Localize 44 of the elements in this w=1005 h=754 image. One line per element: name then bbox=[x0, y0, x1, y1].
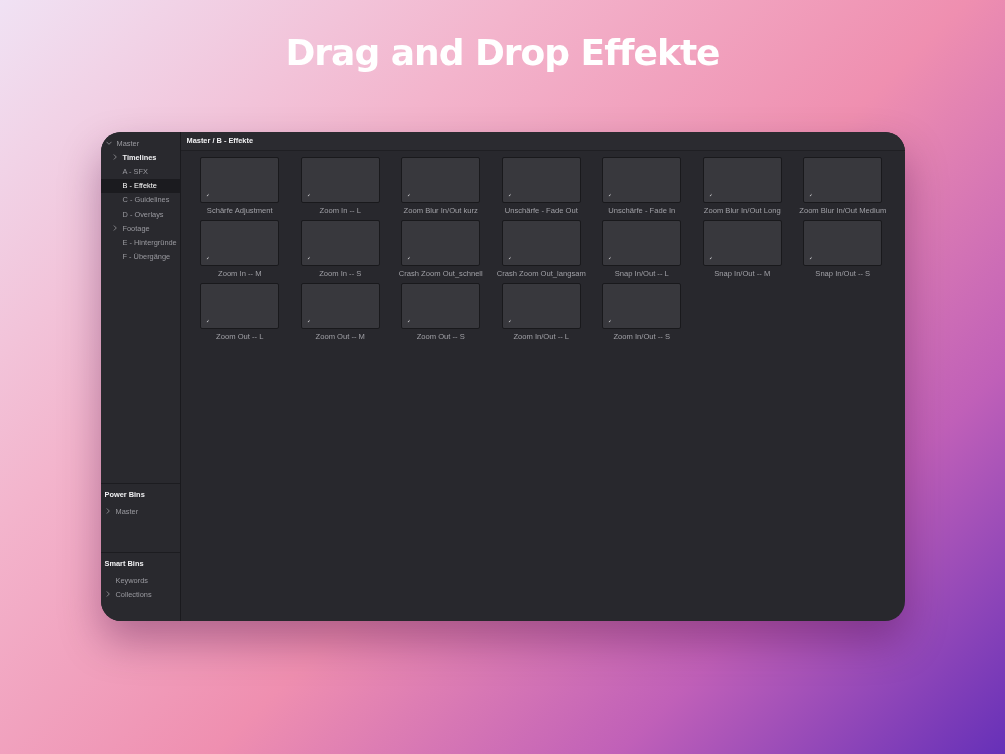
clip-thumbnail[interactable] bbox=[602, 220, 682, 266]
effect-icon bbox=[306, 193, 310, 197]
clip-thumbnail[interactable] bbox=[200, 220, 280, 266]
clip-thumbnail[interactable] bbox=[401, 283, 481, 329]
chevron-right-icon[interactable] bbox=[111, 225, 118, 232]
effect-icon bbox=[708, 193, 712, 197]
effect-icon bbox=[306, 256, 310, 260]
clip-thumbnail[interactable] bbox=[501, 283, 581, 329]
effect-icon bbox=[407, 193, 411, 197]
chevron-right-icon[interactable] bbox=[104, 591, 111, 598]
clip-thumbnail[interactable] bbox=[803, 157, 883, 203]
effect-icon bbox=[708, 256, 712, 260]
chevron-right-icon[interactable] bbox=[104, 508, 111, 515]
effect-icon bbox=[809, 193, 813, 197]
clip-thumbnail[interactable] bbox=[702, 220, 782, 266]
effect-icon bbox=[608, 256, 612, 260]
clip-thumbnail[interactable] bbox=[401, 220, 481, 266]
effect-icon bbox=[608, 319, 612, 323]
effect-icon bbox=[507, 256, 511, 260]
clip-thumbnail[interactable] bbox=[602, 157, 682, 203]
effect-icon bbox=[206, 319, 210, 323]
page-title: Drag and Drop Effekte bbox=[285, 31, 720, 75]
clip-thumbnail[interactable] bbox=[300, 220, 380, 266]
clip-thumbnail[interactable] bbox=[702, 157, 782, 203]
effect-icon bbox=[206, 256, 210, 260]
effect-icon bbox=[507, 193, 511, 197]
effect-icon bbox=[809, 256, 813, 260]
chevron-down-icon[interactable] bbox=[105, 140, 112, 147]
clip-thumbnail[interactable] bbox=[200, 157, 280, 203]
effect-icon bbox=[206, 193, 210, 197]
clip-thumbnail[interactable] bbox=[401, 157, 481, 203]
clip-thumbnail[interactable] bbox=[300, 157, 380, 203]
clip-thumbnail[interactable] bbox=[300, 283, 380, 329]
effect-icon bbox=[507, 319, 511, 323]
clip-thumbnail[interactable] bbox=[501, 157, 581, 203]
clip-thumbnail[interactable] bbox=[602, 283, 682, 329]
effect-icon bbox=[608, 193, 612, 197]
effect-icon bbox=[407, 256, 411, 260]
chevron-right-icon[interactable] bbox=[111, 154, 118, 161]
clip-thumbnail[interactable] bbox=[200, 283, 280, 329]
effect-icon bbox=[306, 319, 310, 323]
clip-thumbnail[interactable] bbox=[501, 220, 581, 266]
clip-thumbnail[interactable] bbox=[803, 220, 883, 266]
effect-icon bbox=[407, 319, 411, 323]
